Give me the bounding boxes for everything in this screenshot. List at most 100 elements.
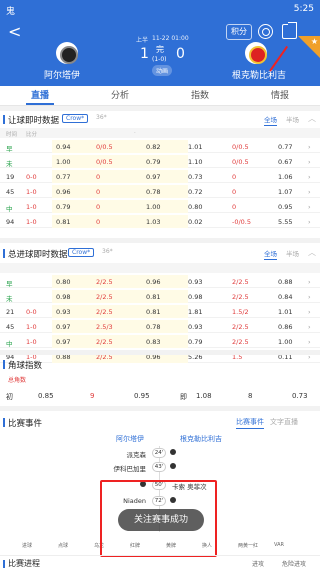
odds-row[interactable]: 45 1-0 0.96 0 0.78 0.72 0 1.07 › bbox=[0, 185, 320, 198]
odds-row[interactable]: 早 0.94 0/0.5 0.82 1.01 0/0.5 0.77 › bbox=[0, 140, 320, 153]
odds-cell-s: 0-0 bbox=[26, 308, 37, 316]
half-label: 上半 bbox=[136, 37, 149, 44]
chevron-right-icon[interactable]: › bbox=[308, 323, 311, 331]
odds-cell-a: 0.77 bbox=[56, 173, 71, 181]
chevron-right-icon[interactable]: › bbox=[308, 218, 311, 226]
back-icon[interactable]: < bbox=[8, 22, 21, 41]
odds-row[interactable]: 早 0.80 2/2.5 0.96 0.93 2/2.5 0.88 › bbox=[0, 275, 320, 288]
chevron-right-icon[interactable]: › bbox=[308, 188, 311, 196]
text-live-tab[interactable]: 文字直播 bbox=[270, 417, 298, 427]
tab-intel[interactable]: 情报 bbox=[240, 86, 320, 105]
odds-cell-d: 0.98 bbox=[188, 293, 203, 301]
odds-row[interactable]: 21 0-0 0.93 2/2.5 0.81 1.81 1.5/2 1.01 › bbox=[0, 305, 320, 318]
company-select[interactable]: Crow* bbox=[68, 248, 95, 257]
odds-cell-a: 0.98 bbox=[56, 293, 71, 301]
odds-cell-s: 1-0 bbox=[26, 218, 37, 226]
status-left: 鬼 bbox=[6, 7, 16, 17]
odds-cell-a: 0.97 bbox=[56, 338, 71, 346]
odds-cell-t: 45 bbox=[6, 188, 15, 196]
tab-odds[interactable]: 指数 bbox=[160, 86, 240, 105]
tab-bar: 直播 分析 指数 情报 bbox=[0, 86, 320, 106]
tab-analysis[interactable]: 分析 bbox=[80, 86, 160, 105]
chevron-right-icon[interactable]: › bbox=[308, 158, 311, 166]
legend-item: 进球 bbox=[22, 543, 33, 549]
event-minute: 24' bbox=[152, 448, 166, 458]
odds-cell-bg bbox=[52, 170, 188, 183]
odds-cell-a: 0.81 bbox=[56, 218, 71, 226]
chevron-up-icon[interactable]: ︿ bbox=[308, 113, 316, 124]
odds-cell-b: 2/2.5 bbox=[96, 278, 113, 286]
legend-item: 两黄一红 bbox=[238, 543, 259, 549]
odds-cell-f: 0.88 bbox=[278, 278, 293, 286]
corner-section-header: 角球指数 bbox=[0, 356, 320, 372]
odds-cell-bg bbox=[52, 275, 188, 288]
half-match-tab[interactable]: 半场 bbox=[286, 114, 299, 124]
tab-live[interactable]: 直播 bbox=[0, 86, 80, 105]
odds-cell-c: 0.96 bbox=[146, 278, 161, 286]
odds-cell-s: 0-0 bbox=[26, 173, 37, 181]
odds-cell-b: 2/2.5 bbox=[96, 338, 113, 346]
odds-row[interactable]: 中 1-0 0.79 0 1.00 0.80 0 0.95 › bbox=[0, 200, 320, 213]
odds-cell-d: 0.93 bbox=[188, 323, 203, 331]
chevron-right-icon[interactable]: › bbox=[308, 203, 311, 211]
chevron-right-icon[interactable]: › bbox=[308, 143, 311, 151]
odds-cell-c: 0.81 bbox=[146, 293, 161, 301]
chevron-right-icon[interactable]: › bbox=[308, 173, 311, 181]
company-select[interactable]: Crow* bbox=[62, 114, 89, 123]
odds-row[interactable]: 94 1-0 0.81 0 1.03 0.02 -0/0.5 5.55 › bbox=[0, 215, 320, 228]
odds-cell-c: 0.78 bbox=[146, 323, 161, 331]
company-alt[interactable]: 36* bbox=[96, 114, 107, 121]
odds-cell-f: 0.77 bbox=[278, 143, 293, 151]
company-alt[interactable]: 36* bbox=[102, 248, 113, 255]
events-home-team: 阿尔塔伊 bbox=[116, 435, 144, 443]
odds-cell-t: 94 bbox=[6, 218, 15, 226]
progress-title: 比赛进程 bbox=[8, 559, 40, 568]
chevron-up-icon[interactable]: ︿ bbox=[308, 247, 316, 258]
odds-cell-d: 0.72 bbox=[188, 188, 203, 196]
chevron-right-icon[interactable]: › bbox=[308, 293, 311, 301]
away-team-name[interactable]: 根克勒比利吉 bbox=[232, 68, 286, 81]
odds-cell-d: 1.81 bbox=[188, 308, 203, 316]
odds-row[interactable]: 未 0.98 2/2.5 0.81 0.98 2/2.5 0.84 › bbox=[0, 290, 320, 303]
odds-cell-f: 1.06 bbox=[278, 173, 293, 181]
chevron-right-icon[interactable]: › bbox=[308, 278, 311, 286]
odds-cell-e: 2/2.5 bbox=[232, 293, 249, 301]
odds-row[interactable]: 中 1-0 0.97 2/2.5 0.83 0.79 2/2.5 1.00 › bbox=[0, 335, 320, 348]
progress-section-header: 比赛进程 进攻 危险进攻 bbox=[0, 555, 320, 569]
half-match-tab[interactable]: 半场 bbox=[286, 248, 299, 258]
odds-row[interactable]: 19 0-0 0.77 0 0.97 0.73 0 1.06 › bbox=[0, 170, 320, 183]
share-icon[interactable] bbox=[282, 22, 297, 39]
odds-cell-a: 0.80 bbox=[56, 278, 71, 286]
target-icon[interactable] bbox=[258, 24, 273, 39]
home-team-name[interactable]: 阿尔塔伊 bbox=[44, 68, 80, 81]
favorite-star-icon[interactable]: ★ bbox=[298, 36, 320, 58]
full-match-tab[interactable]: 全场 bbox=[264, 248, 277, 260]
odds-cell-a: 0.93 bbox=[56, 308, 71, 316]
odds-cell-a: 0.79 bbox=[56, 203, 71, 211]
odds-cell-f: 1.00 bbox=[278, 338, 293, 346]
match-header: < 积分 上半 11-22 01:00 1 完 0 (1-0) 动画 阿尔塔伊 … bbox=[0, 20, 320, 86]
full-match-tab[interactable]: 全场 bbox=[264, 114, 277, 126]
odds-cell-c: 0.79 bbox=[146, 158, 161, 166]
half-score: (1-0) bbox=[152, 56, 167, 63]
odds-cell-bg bbox=[52, 320, 188, 333]
away-team-crest[interactable] bbox=[245, 42, 267, 64]
odds-cell-c: 0.81 bbox=[146, 308, 161, 316]
odds-cell-a: 0.96 bbox=[56, 188, 71, 196]
odds-cell-d: 0.73 bbox=[188, 173, 203, 181]
events-away-team: 根克勒比利吉 bbox=[180, 435, 222, 443]
odds-row[interactable]: 45 1-0 0.97 2.5/3 0.78 0.93 2/2.5 0.86 › bbox=[0, 320, 320, 333]
chevron-right-icon[interactable]: › bbox=[308, 308, 311, 316]
odds-cell-s: 1-0 bbox=[26, 338, 37, 346]
ball-icon bbox=[170, 449, 176, 455]
legend-item: VAR bbox=[274, 542, 284, 548]
events-tab[interactable]: 比赛事件 bbox=[236, 417, 264, 429]
totals-title: 总进球即时数据 bbox=[8, 250, 68, 260]
divider bbox=[0, 238, 320, 243]
odds-row[interactable]: 未 1.00 0/0.5 0.79 1.10 0/0.5 0.67 › bbox=[0, 155, 320, 168]
chevron-right-icon[interactable]: › bbox=[308, 338, 311, 346]
animation-button[interactable]: 动画 bbox=[152, 65, 173, 76]
totals-column-header bbox=[0, 263, 320, 273]
home-team-crest[interactable] bbox=[56, 42, 78, 64]
points-button[interactable]: 积分 bbox=[226, 24, 252, 40]
